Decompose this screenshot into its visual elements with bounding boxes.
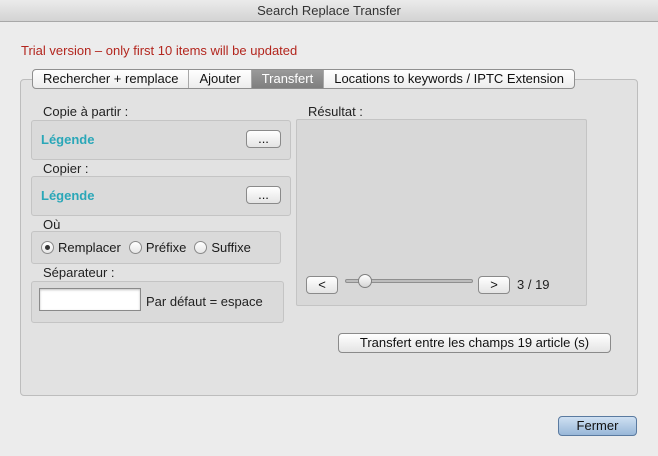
copy-from-value[interactable]: Légende: [41, 132, 94, 147]
radio-replace-label[interactable]: Remplacer: [58, 240, 121, 255]
trial-notice: Trial version – only first 10 items will…: [21, 43, 298, 58]
copy-to-label: Copier :: [43, 161, 89, 176]
radio-suffix[interactable]: [194, 241, 208, 254]
result-slider-knob[interactable]: [357, 274, 372, 288]
tab-transfer[interactable]: Transfert: [251, 70, 325, 88]
prev-button[interactable]: <: [306, 276, 338, 294]
separator-input[interactable]: [39, 288, 141, 311]
window-title: Search Replace Transfer: [0, 0, 658, 22]
where-options: Remplacer Préfixe Suffixe: [41, 240, 259, 255]
next-button[interactable]: >: [478, 276, 510, 294]
separator-label: Séparateur :: [43, 265, 115, 280]
radio-replace[interactable]: [41, 241, 54, 254]
result-label: Résultat :: [308, 104, 363, 119]
copy-from-label: Copie à partir :: [43, 104, 129, 119]
separator-hint: Par défaut = espace: [146, 294, 263, 309]
radio-prefix[interactable]: [128, 241, 142, 254]
where-label: Où: [43, 217, 61, 232]
copy-from-browse-button[interactable]: ...: [246, 130, 281, 148]
copy-to-value[interactable]: Légende: [41, 188, 94, 203]
copy-to-browse-button[interactable]: ...: [246, 186, 281, 204]
tab-locations-keywords[interactable]: Locations to keywords / IPTC Extension: [324, 70, 574, 88]
tab-bar: Rechercher + remplace Ajouter Transfert …: [32, 69, 575, 89]
tab-search-replace[interactable]: Rechercher + remplace: [33, 70, 190, 88]
radio-suffix-label[interactable]: Suffixe: [211, 240, 251, 255]
close-button[interactable]: Fermer: [558, 416, 637, 436]
transfer-button[interactable]: Transfert entre les champs 19 article (s…: [338, 333, 611, 353]
page-counter: 3 / 19: [517, 277, 550, 292]
radio-prefix-label[interactable]: Préfixe: [146, 240, 186, 255]
tab-add[interactable]: Ajouter: [189, 70, 252, 88]
